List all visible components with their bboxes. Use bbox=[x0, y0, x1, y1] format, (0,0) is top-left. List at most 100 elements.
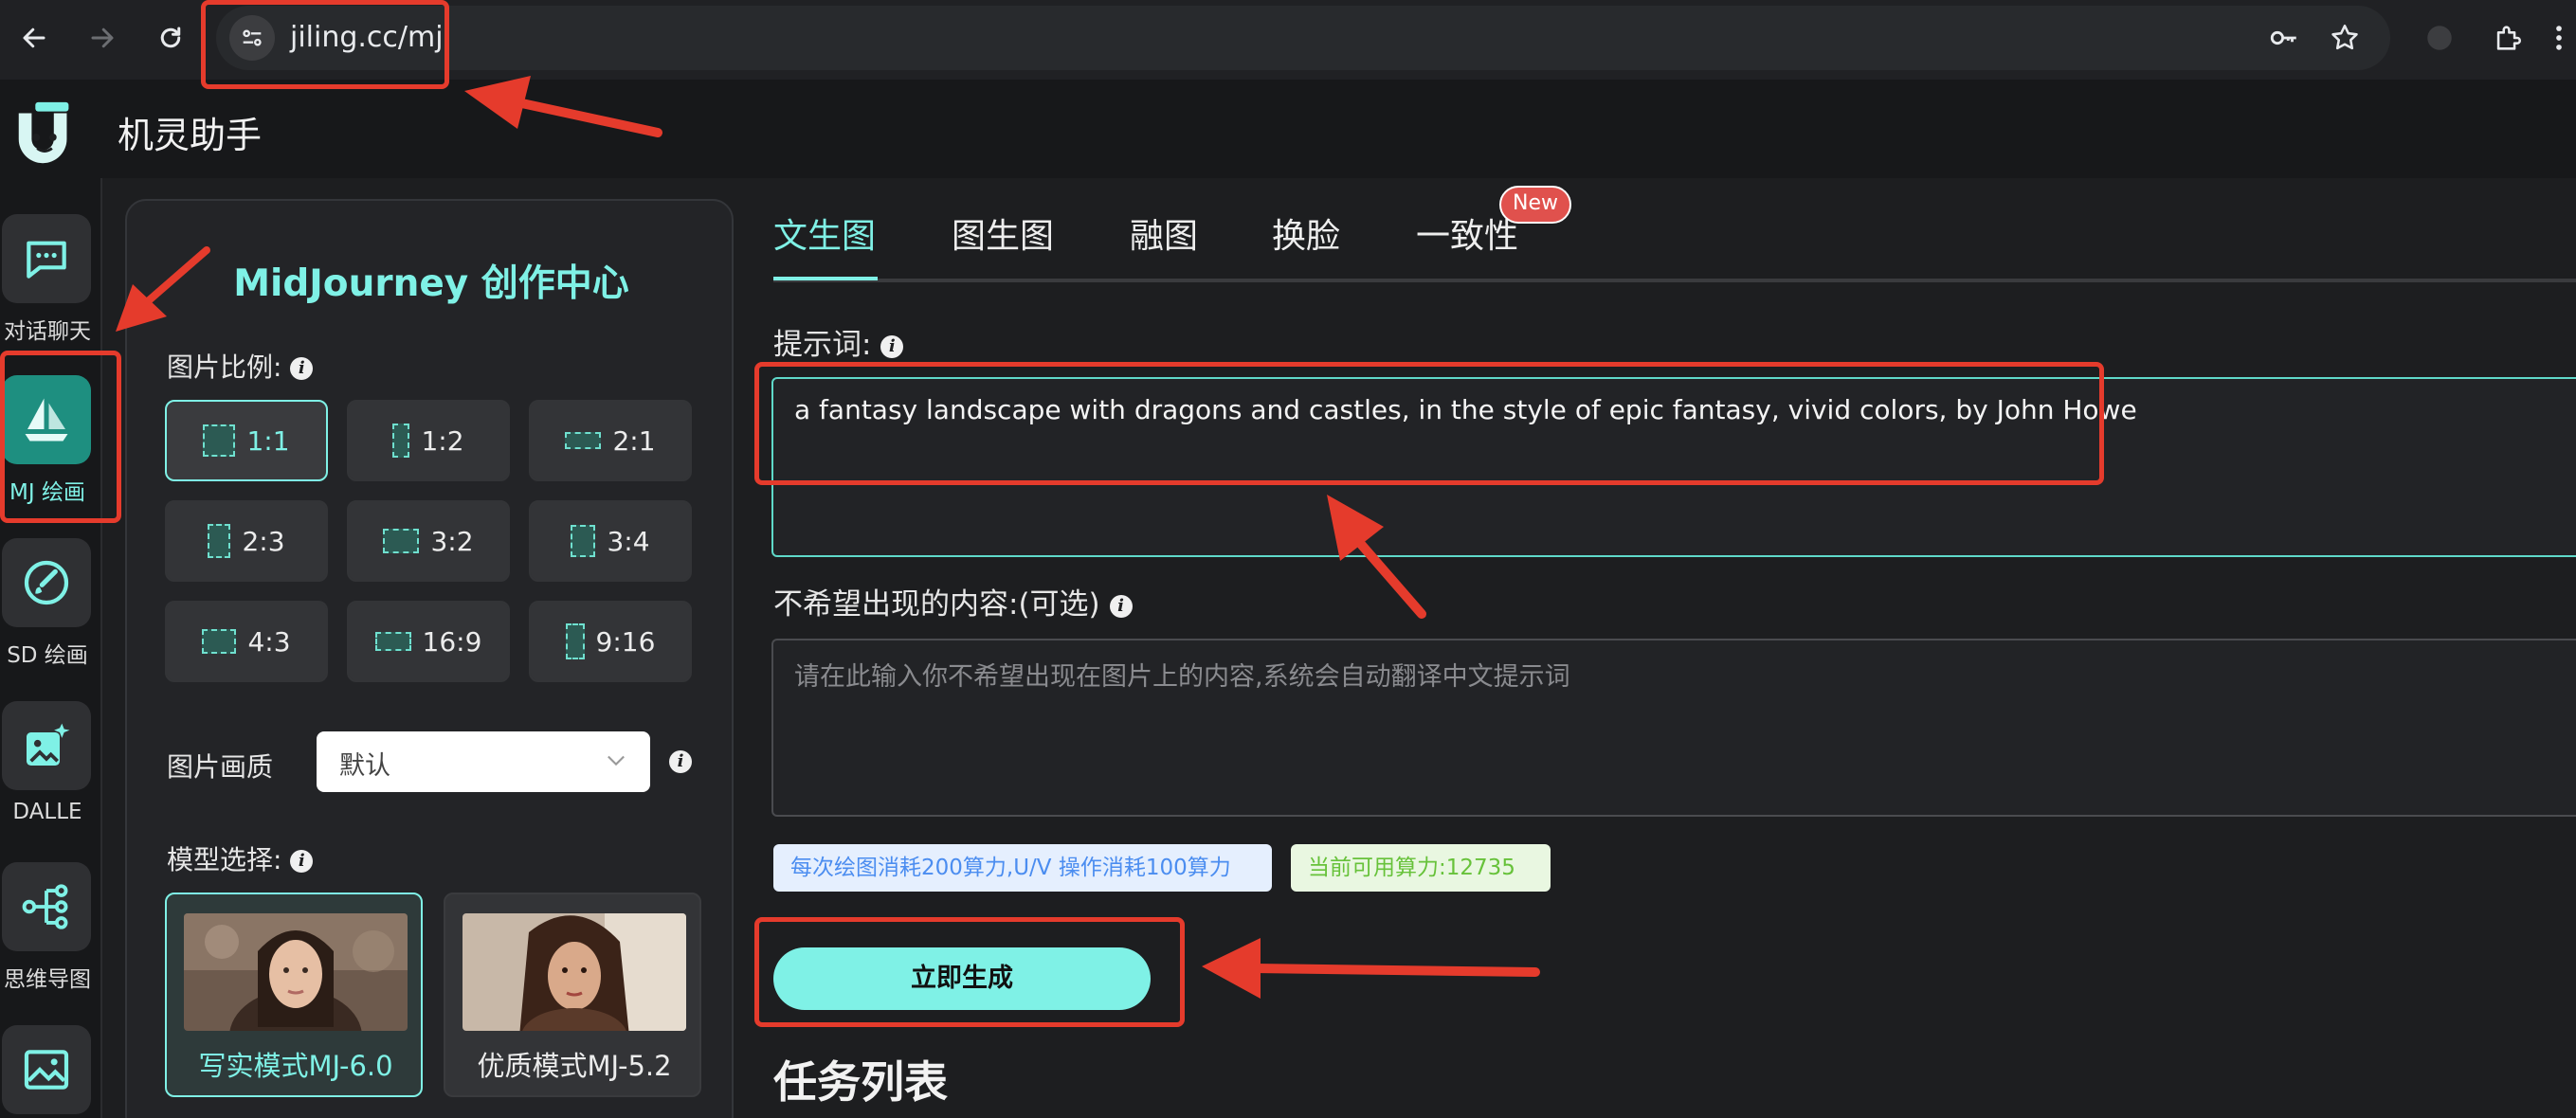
negative-label-row: 不希望出现的内容:(可选) i bbox=[773, 580, 1133, 622]
mindmap-icon bbox=[22, 884, 68, 929]
rail-label: 对话聊天 bbox=[4, 319, 91, 344]
task-list-title: 任务列表 bbox=[773, 1056, 948, 1108]
model-label: 模型选择: bbox=[167, 844, 282, 875]
info-icon[interactable]: i bbox=[290, 850, 314, 873]
settings-panel: MidJourney 创作中心 图片比例: i 1:1 1:2 2:1 2:3 … bbox=[125, 199, 734, 1118]
annotation-box-prompt bbox=[754, 362, 2104, 485]
ratio-label: 图片比例: bbox=[167, 352, 282, 383]
cost-tag: 每次绘图消耗200算力,U/V 操作消耗100算力 bbox=[773, 844, 1272, 892]
rail-item-sd[interactable]: SD 绘画 bbox=[0, 538, 93, 680]
ratio-option-9-16[interactable]: 9:16 bbox=[529, 601, 692, 682]
quality-value: 默认 bbox=[339, 751, 390, 781]
rail-item-dalle[interactable]: DALLE bbox=[0, 701, 93, 843]
bookmark-button[interactable] bbox=[2322, 15, 2367, 61]
negative-placeholder: 请在此输入你不希望出现在图片上的内容,系统会自动翻译中文提示词 bbox=[794, 662, 1570, 692]
model-preview-image bbox=[184, 913, 408, 1031]
ratio-option-3-4[interactable]: 3:4 bbox=[529, 500, 692, 582]
tab-image-to-image[interactable]: 图生图 bbox=[952, 208, 1054, 258]
tab-face-swap[interactable]: 换脸 bbox=[1272, 208, 1340, 258]
back-arrow-icon bbox=[23, 27, 45, 48]
star-icon bbox=[2331, 24, 2358, 50]
password-key-button[interactable] bbox=[2261, 15, 2307, 61]
forward-arrow-icon bbox=[91, 27, 114, 48]
ratio-option-1-2[interactable]: 1:2 bbox=[347, 400, 510, 481]
ratio-text: 3:2 bbox=[430, 525, 474, 557]
address-bar[interactable]: jiling.cc/mj bbox=[216, 6, 2390, 70]
brush-icon bbox=[24, 560, 69, 605]
rail-item-mindmap[interactable]: 思维导图 bbox=[0, 862, 93, 1004]
model-preview-image bbox=[463, 913, 686, 1031]
forward-button[interactable] bbox=[80, 15, 125, 61]
mode-tabs: 文生图 图生图 融图 换脸 一致性 bbox=[773, 178, 2576, 282]
ratio-text: 3:4 bbox=[607, 525, 650, 557]
ratio-text: 2:1 bbox=[612, 424, 656, 457]
back-button[interactable] bbox=[11, 15, 57, 61]
rail-label: DALLE bbox=[12, 800, 82, 824]
model-card-mj52[interactable]: 优质模式MJ-5.2 bbox=[444, 893, 701, 1097]
rail-icon-box bbox=[2, 701, 91, 790]
ratio-option-2-3[interactable]: 2:3 bbox=[165, 500, 328, 582]
ratio-text: 16:9 bbox=[422, 625, 482, 658]
more-vertical-icon bbox=[2556, 26, 2562, 50]
annotation-box-mj bbox=[0, 351, 121, 523]
prompt-label-row: 提示词: i bbox=[773, 320, 904, 363]
ratio-option-2-1[interactable]: 2:1 bbox=[529, 400, 692, 481]
rail-item-chat[interactable]: 对话聊天 bbox=[0, 214, 93, 356]
model-card-mj6[interactable]: 写实模式MJ-6.0 bbox=[165, 893, 423, 1097]
ratio-option-3-2[interactable]: 3:2 bbox=[347, 500, 510, 582]
ratio-text: 9:16 bbox=[595, 625, 656, 658]
chevron-down-icon bbox=[608, 755, 625, 766]
ratio-label-row: 图片比例: i bbox=[167, 347, 314, 385]
tab-blend[interactable]: 融图 bbox=[1130, 208, 1198, 258]
negative-prompt-textarea[interactable]: 请在此输入你不希望出现在图片上的内容,系统会自动翻译中文提示词 bbox=[771, 639, 2576, 817]
ratio-shape-icon bbox=[374, 632, 411, 651]
reload-button[interactable] bbox=[148, 15, 193, 61]
quality-label: 图片画质 bbox=[167, 751, 274, 783]
rail-label: SD 绘画 bbox=[7, 643, 88, 668]
app-header: 机灵助手 bbox=[0, 80, 2576, 178]
negative-label: 不希望出现的内容:(可选) bbox=[773, 587, 1100, 622]
info-icon[interactable]: i bbox=[669, 750, 692, 773]
ratio-text: 2:3 bbox=[242, 525, 285, 557]
ratio-text: 4:3 bbox=[247, 625, 291, 658]
model-label-text: 优质模式MJ-5.2 bbox=[477, 1050, 672, 1082]
rail-icon-box bbox=[2, 1025, 91, 1114]
key-icon bbox=[2270, 30, 2296, 45]
balance-tag: 当前可用算力:12735 bbox=[1291, 844, 1551, 892]
ratio-shape-icon bbox=[565, 432, 602, 449]
image-icon bbox=[24, 1050, 69, 1090]
rail-icon-box bbox=[2, 862, 91, 951]
ratio-shape-icon bbox=[565, 623, 585, 659]
model-label-text: 写实模式MJ-6.0 bbox=[198, 1050, 393, 1082]
ratio-shape-icon bbox=[392, 424, 410, 458]
ratio-text: 1:1 bbox=[246, 424, 290, 457]
prompt-label: 提示词: bbox=[773, 328, 872, 362]
active-tab-indicator bbox=[773, 277, 878, 280]
model-label-row: 模型选择: i bbox=[167, 839, 314, 877]
browser-menu-button[interactable] bbox=[2549, 15, 2568, 61]
puzzle-icon bbox=[2496, 26, 2521, 50]
profile-button[interactable] bbox=[2417, 15, 2462, 61]
tab-text-to-image[interactable]: 文生图 bbox=[773, 208, 876, 258]
ratio-option-1-1[interactable]: 1:1 bbox=[165, 400, 328, 481]
info-icon[interactable]: i bbox=[290, 357, 314, 380]
rail-icon-box bbox=[2, 538, 91, 627]
rail-icon-box bbox=[2, 214, 91, 303]
image-sparkle-icon bbox=[27, 723, 70, 766]
app-title: 机灵助手 bbox=[118, 115, 263, 156]
app-logo-icon[interactable] bbox=[9, 97, 83, 171]
rail-label: 思维导图 bbox=[4, 967, 91, 992]
ratio-text: 1:2 bbox=[421, 424, 464, 457]
annotation-box-url bbox=[201, 0, 449, 89]
ratio-shape-icon bbox=[203, 424, 236, 457]
ratio-option-4-3[interactable]: 4:3 bbox=[165, 601, 328, 682]
info-icon[interactable]: i bbox=[880, 334, 904, 358]
chat-icon bbox=[27, 241, 66, 279]
info-icon[interactable]: i bbox=[1109, 594, 1133, 618]
reload-icon bbox=[160, 27, 181, 48]
rail-item-image[interactable] bbox=[0, 1025, 93, 1118]
side-rail: 对话聊天 MJ 绘画 SD 绘画 DALLE 思维导图 bbox=[0, 178, 102, 1118]
ratio-option-16-9[interactable]: 16:9 bbox=[347, 601, 510, 682]
quality-select[interactable]: 默认 bbox=[317, 731, 650, 792]
extensions-button[interactable] bbox=[2485, 15, 2531, 61]
